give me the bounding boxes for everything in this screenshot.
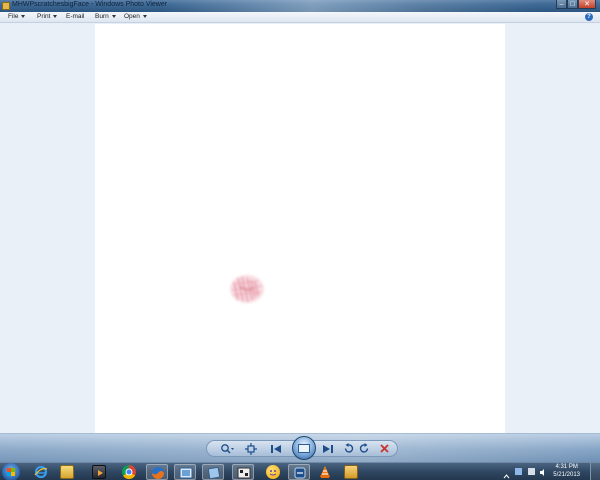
next-button[interactable] bbox=[319, 441, 337, 456]
tray-expand-icon[interactable] bbox=[503, 468, 510, 479]
firefox-icon[interactable] bbox=[146, 464, 168, 480]
menu-file[interactable]: File bbox=[8, 13, 26, 20]
chevron-down-icon bbox=[21, 15, 26, 18]
photo-viewer-icon[interactable] bbox=[2, 2, 10, 10]
folder-icon[interactable] bbox=[344, 465, 358, 479]
titlebar-glass bbox=[160, 0, 540, 12]
chevron-down-icon bbox=[53, 15, 58, 18]
maximize-icon: □ bbox=[570, 0, 575, 8]
title-bar[interactable]: MHWPscratchesbigFace - Windows Photo Vie… bbox=[0, 0, 600, 12]
window-title: MHWPscratchesbigFace - Windows Photo Vie… bbox=[12, 1, 168, 8]
help-icon[interactable]: ? bbox=[585, 13, 593, 21]
menu-email-label: E-mail bbox=[66, 13, 85, 20]
actual-size-icon bbox=[245, 442, 257, 455]
menu-email[interactable]: E-mail bbox=[66, 13, 84, 20]
menu-open-label: Open bbox=[124, 13, 140, 20]
zoom-button[interactable] bbox=[217, 441, 237, 456]
rotate-right-icon bbox=[359, 443, 368, 453]
media-player-icon[interactable] bbox=[92, 465, 106, 479]
vlc-icon[interactable] bbox=[318, 465, 332, 479]
photo-viewer-icon[interactable] bbox=[174, 464, 196, 480]
messenger-icon[interactable] bbox=[266, 465, 280, 479]
delete-button[interactable] bbox=[377, 441, 391, 456]
previous-button[interactable] bbox=[267, 441, 285, 456]
viewer-control-bar bbox=[0, 433, 600, 462]
clock-date: 5/21/2013 bbox=[553, 471, 580, 478]
menu-open[interactable]: Open bbox=[124, 13, 147, 20]
chrome-icon[interactable] bbox=[122, 465, 136, 479]
taskbar-clock[interactable]: 4:31 PM 5/21/2013 bbox=[553, 464, 580, 479]
menu-bar: File Print E-mail Burn Open ? bbox=[0, 12, 600, 23]
displayed-photo bbox=[95, 24, 505, 433]
scratch-mark bbox=[230, 275, 264, 303]
close-icon: ✕ bbox=[584, 0, 590, 8]
windows-logo-icon bbox=[7, 468, 15, 476]
start-button[interactable] bbox=[2, 463, 20, 480]
minimize-icon: – bbox=[559, 0, 564, 8]
slideshow-button[interactable] bbox=[292, 436, 316, 460]
rotate-left-button[interactable] bbox=[341, 441, 355, 456]
menu-file-label: File bbox=[8, 13, 19, 20]
chevron-down-icon bbox=[111, 15, 116, 18]
app-icon[interactable] bbox=[202, 464, 224, 480]
rotate-right-button[interactable] bbox=[357, 441, 371, 456]
window-controls: – □ ✕ bbox=[556, 0, 596, 10]
previous-icon bbox=[271, 444, 281, 453]
minimize-button[interactable]: – bbox=[556, 0, 567, 9]
actual-size-button[interactable] bbox=[243, 441, 259, 456]
clock-time: 4:31 PM bbox=[555, 464, 578, 470]
menu-print-label: Print bbox=[37, 13, 51, 20]
chevron-down-icon bbox=[142, 15, 147, 18]
volume-icon[interactable] bbox=[540, 468, 547, 476]
internet-explorer-icon[interactable] bbox=[34, 465, 48, 479]
app-icon-2[interactable] bbox=[288, 464, 310, 480]
delete-icon bbox=[379, 444, 389, 453]
network-icon[interactable] bbox=[515, 468, 522, 475]
rotate-left-icon bbox=[344, 443, 353, 453]
menu-print[interactable]: Print bbox=[37, 13, 58, 20]
action-center-icon[interactable] bbox=[528, 468, 535, 475]
control-group bbox=[206, 436, 398, 460]
windows-explorer-icon[interactable] bbox=[60, 465, 74, 479]
menu-burn-label: Burn bbox=[95, 13, 109, 20]
taskbar: 4:31 PM 5/21/2013 bbox=[0, 462, 600, 480]
slideshow-icon bbox=[298, 443, 310, 453]
photo-viewer-window: MHWPscratchesbigFace - Windows Photo Vie… bbox=[0, 0, 600, 462]
game-icon[interactable] bbox=[232, 464, 254, 480]
menu-burn[interactable]: Burn bbox=[95, 13, 116, 20]
show-desktop-button[interactable] bbox=[590, 463, 600, 480]
maximize-button[interactable]: □ bbox=[567, 0, 578, 9]
next-icon bbox=[323, 444, 333, 453]
close-button[interactable]: ✕ bbox=[578, 0, 596, 9]
zoom-icon bbox=[221, 443, 234, 454]
image-canvas bbox=[0, 24, 600, 433]
